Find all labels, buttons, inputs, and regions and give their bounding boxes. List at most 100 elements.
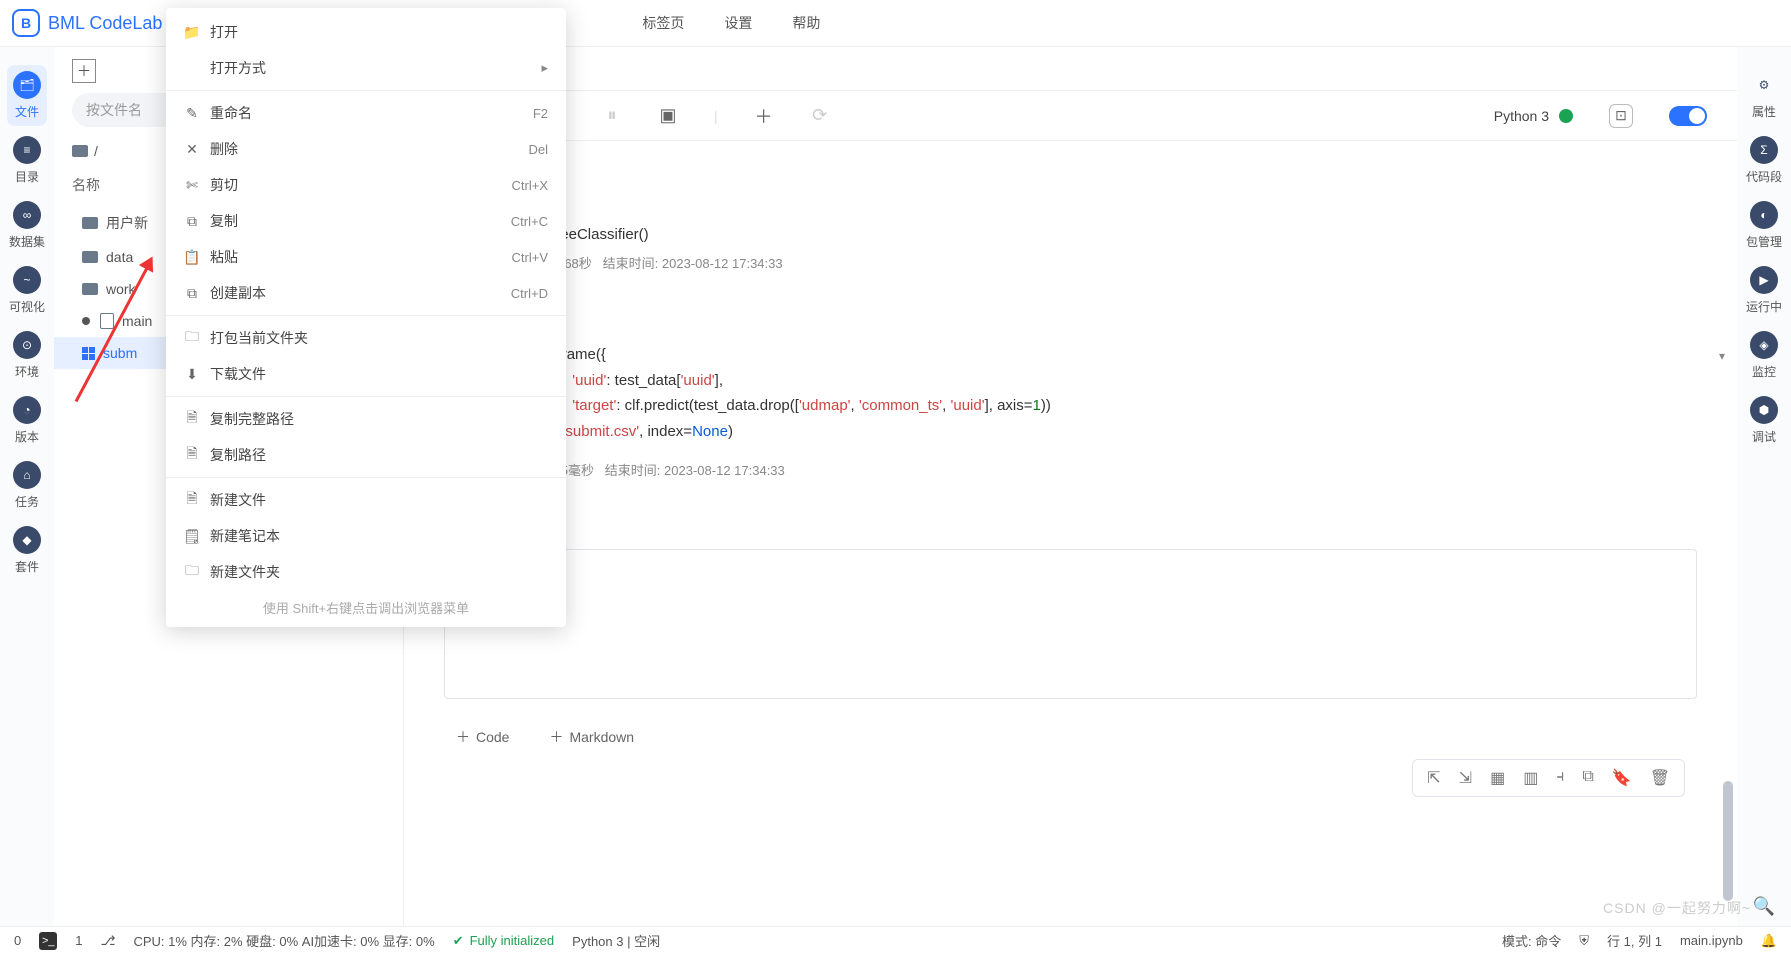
code-icon[interactable]: ▦ [1490, 768, 1505, 788]
cm-new-file[interactable]: 🗎新建文件 [166, 482, 566, 518]
notifications-icon[interactable]: 🔔 [1761, 933, 1777, 949]
code-cell[interactable]: ) ecisionTreeClassifier() 行时长: 5.568秒 结束… [444, 155, 1697, 272]
cm-label: 创建副本 [210, 283, 266, 303]
terminals-count[interactable]: 1 [75, 933, 82, 948]
cm-label: 重命名 [210, 103, 252, 123]
menu-tabs[interactable]: 标签页 [642, 13, 684, 33]
rail-snippet[interactable]: Σ代码段 [1744, 130, 1784, 191]
shortcut: Ctrl+X [512, 178, 548, 193]
cell-input[interactable]: pd.DataFrame({ 'uuid': test_data['uuid']… [444, 332, 1697, 454]
trust-icon[interactable]: ⛨ [1579, 933, 1589, 949]
checkpoint-button[interactable]: ⊡ [1609, 104, 1633, 128]
rail-label: 调试 [1752, 428, 1776, 445]
folder-icon [72, 145, 88, 157]
statusbar: 0 >_ 1 ⎇ CPU: 1% 内存: 2% 硬盘: 0% AI加速卡: 0%… [0, 926, 1791, 954]
delete-cell-icon[interactable]: 🗑 [1650, 768, 1670, 788]
cm-label: 复制 [210, 211, 238, 231]
rail-pkg[interactable]: ◐包管理 [1744, 195, 1784, 256]
cm-copy-full-path[interactable]: 🗎复制完整路径 [166, 401, 566, 437]
add-markdown-button[interactable]: ＋Markdown [549, 727, 634, 747]
copy-icon: ⧉ [184, 213, 200, 229]
cm-label: 粘贴 [210, 247, 238, 267]
search-icon: 🔍 [1750, 892, 1778, 920]
mode-status: 模式: 命令 [1502, 931, 1561, 950]
menu-help[interactable]: 帮助 [792, 13, 820, 33]
sync-button[interactable]: ⟳ [810, 106, 830, 126]
shortcut: Ctrl+D [511, 286, 548, 301]
rail-label: 运行中 [1746, 298, 1782, 315]
cm-archive[interactable]: 🗀打包当前文件夹 [166, 320, 566, 356]
app-title: BML CodeLab [48, 13, 162, 34]
rail-monitor[interactable]: ◈监控 [1744, 325, 1784, 386]
markdown-icon[interactable]: ▥ [1523, 768, 1538, 788]
rail-files[interactable]: 🗂文件 [7, 65, 47, 126]
cm-cut[interactable]: ✄ 剪切 Ctrl+X [166, 167, 566, 203]
git-icon[interactable]: ⎇ [100, 933, 115, 949]
add-cell-row: ＋Code ＋Markdown [444, 717, 1697, 747]
split-icon[interactable]: ⫞ [1556, 768, 1564, 788]
cm-label: 复制完整路径 [210, 409, 294, 429]
rail-toc[interactable]: ≡目录 [7, 130, 47, 191]
cm-open[interactable]: 📁打开 [166, 14, 566, 50]
cm-copy[interactable]: ⧉复制Ctrl+C [166, 203, 566, 239]
notebook-icon: 🗒 [184, 528, 200, 544]
clipboard-icon: 📋 [184, 249, 200, 265]
rail-label: 任务 [15, 493, 39, 510]
cm-new-notebook[interactable]: 🗒新建笔记本 [166, 518, 566, 554]
move-down-icon[interactable]: ⇲ [1459, 768, 1472, 788]
kernel-status-dot-icon [1559, 109, 1573, 123]
terminal-icon[interactable]: >_ [39, 932, 57, 950]
rail-debug[interactable]: ⬢调试 [1744, 390, 1784, 451]
snippet-icon: Σ [1750, 136, 1778, 164]
new-file-button[interactable]: ＋ [72, 59, 96, 83]
move-up-icon[interactable]: ⇱ [1427, 768, 1440, 788]
kernel-indicator[interactable]: Python 3 [1494, 108, 1573, 124]
stop-button[interactable]: ▣ [658, 106, 678, 126]
rail-props[interactable]: ⚙属性 [1744, 65, 1784, 126]
separator [166, 315, 566, 316]
right-rail: ⚙属性 Σ代码段 ◐包管理 ▶运行中 ◈监控 ⬢调试 🔍 [1737, 47, 1791, 926]
copy-cell-icon[interactable]: ⧉ [1582, 768, 1593, 788]
scrollbar-thumb[interactable] [1723, 781, 1733, 901]
rail-version[interactable]: ◔版本 [7, 390, 47, 451]
rail-visual[interactable]: ~可视化 [7, 260, 47, 321]
add-code-button[interactable]: ＋Code [456, 727, 509, 747]
cm-rename[interactable]: ✎重命名F2 [166, 95, 566, 131]
cell-action-bar: ⇱ ⇲ ▦ ▥ ⫞ ⧉ 🔖 🗑 [1412, 759, 1685, 797]
problems-count[interactable]: 0 [14, 933, 21, 948]
archive-icon: 🗀 [184, 330, 200, 346]
cursor-position: 行 1, 列 1 [1607, 931, 1662, 950]
menu-settings[interactable]: 设置 [724, 13, 752, 33]
rail-label: 监控 [1752, 363, 1776, 380]
cm-label: 剪切 [210, 175, 238, 195]
rail-label: 套件 [15, 558, 39, 575]
rail-dataset[interactable]: ∞数据集 [7, 195, 47, 256]
rail-running[interactable]: ▶运行中 [1744, 260, 1784, 321]
cell-status: 行时长: 5.568秒 结束时间: 2023-08-12 17:34:33 [444, 247, 1697, 272]
interrupt-button[interactable]: ⏸ [602, 106, 622, 126]
kernel-status[interactable]: Python 3 | 空闲 [572, 931, 660, 950]
cell-input[interactable]: [ ] 1 [444, 549, 1697, 699]
cm-open-with[interactable]: 打开方式▸ [166, 50, 566, 86]
rail-task[interactable]: ⌂任务 [7, 455, 47, 516]
autosave-toggle[interactable] [1669, 106, 1707, 126]
cm-new-folder[interactable]: 🗀新建文件夹 [166, 554, 566, 590]
cm-download[interactable]: ⬇下载文件 [166, 356, 566, 392]
blank-icon [184, 60, 200, 76]
cm-duplicate[interactable]: ⧉创建副本Ctrl+D [166, 275, 566, 311]
code-cell-empty[interactable]: [ ] 1 [444, 549, 1697, 699]
collapse-icon[interactable]: ▾ [1719, 349, 1725, 363]
rail-kit[interactable]: ◆套件 [7, 520, 47, 581]
file-label: 用户新 [106, 213, 148, 233]
add-cell-button[interactable]: ＋ [754, 106, 774, 126]
modified-dot-icon [82, 317, 90, 325]
newfile-icon: 🗎 [184, 492, 200, 508]
cm-copy-path[interactable]: 🗎复制路径 [166, 437, 566, 473]
cm-paste[interactable]: 📋粘贴Ctrl+V [166, 239, 566, 275]
rail-env[interactable]: ⊙环境 [7, 325, 47, 386]
rail-label: 包管理 [1746, 233, 1782, 250]
cm-delete[interactable]: ✕删除Del [166, 131, 566, 167]
bookmark-icon[interactable]: 🔖 [1612, 768, 1632, 788]
code-cell[interactable]: pd.DataFrame({ 'uuid': test_data['uuid']… [444, 332, 1697, 479]
scissors-icon: ✄ [184, 177, 200, 193]
